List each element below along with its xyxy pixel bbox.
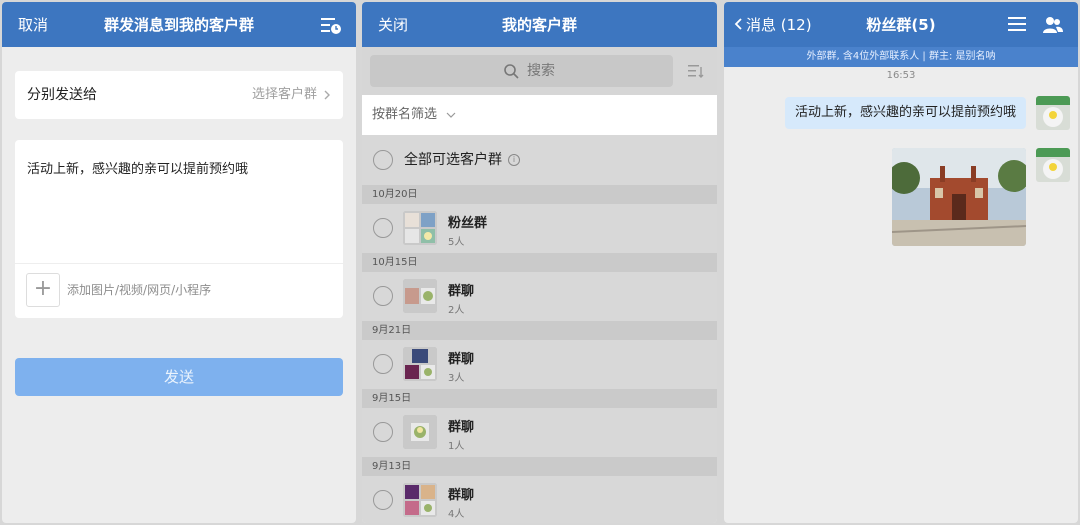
chevron-left-icon <box>734 18 742 30</box>
search-input[interactable]: 搜索 <box>370 55 673 87</box>
compose-panel: 取消 群发消息到我的客户群 分别发送给 选择客户群 活动上新，感兴趣的亲可以提前… <box>2 2 356 523</box>
close-button[interactable]: 关闭 <box>378 2 408 48</box>
recipient-selector[interactable]: 分别发送给 选择客户群 <box>15 71 343 119</box>
select-all-label: 全部可选客户群 <box>404 152 502 168</box>
group-radio[interactable] <box>373 218 393 238</box>
group-list: 全部可选客户群 i 10月20日 粉丝群 5人 10月15日 群聊 2人 9月2… <box>362 135 717 523</box>
group-row[interactable]: 群聊 1人 <box>362 408 717 457</box>
message-bubble[interactable]: 活动上新，感兴趣的亲可以提前预约哦 <box>784 97 1026 129</box>
group-row[interactable]: 群聊 3人 <box>362 340 717 389</box>
divider <box>15 263 343 264</box>
group-row[interactable]: 群聊 4人 <box>362 476 717 523</box>
group-avatar <box>403 483 437 517</box>
group-name: 群聊 <box>448 284 475 299</box>
member-count: 4人 <box>448 509 465 520</box>
chat-panel: 消息 (12) 粉丝群(5) 外部群, 含4位外部联系人 | 群主: 是别名呐 … <box>724 2 1078 523</box>
plus-icon: + <box>33 276 53 301</box>
page-title: 我的客户群 <box>501 16 577 34</box>
add-media-label[interactable]: 添加图片/视频/网页/小程序 <box>67 281 211 298</box>
search-bar: 搜索 <box>362 47 717 95</box>
date-header: 9月15日 <box>362 389 717 408</box>
recipient-label: 分别发送给 <box>27 87 97 103</box>
group-members-icon[interactable] <box>1042 15 1064 35</box>
back-label: 消息 (12) <box>746 16 812 34</box>
group-avatar <box>403 347 437 381</box>
group-radio[interactable] <box>373 422 393 442</box>
group-avatar <box>403 415 437 449</box>
group-row[interactable]: 粉丝群 5人 <box>362 204 717 253</box>
member-count: 1人 <box>448 441 465 452</box>
chevron-right-icon <box>324 90 330 100</box>
group-name: 群聊 <box>448 352 475 367</box>
chevron-down-icon <box>446 112 456 118</box>
menu-icon[interactable] <box>1008 16 1026 32</box>
image-message[interactable] <box>892 148 1026 246</box>
picker-navbar: 关闭 我的客户群 <box>362 2 717 47</box>
group-avatar <box>403 279 437 313</box>
member-count: 5人 <box>448 237 465 248</box>
cancel-button[interactable]: 取消 <box>18 2 48 48</box>
info-icon[interactable]: i <box>508 154 520 166</box>
group-name: 群聊 <box>448 488 475 503</box>
avatar[interactable] <box>1036 96 1070 130</box>
message-input[interactable]: 活动上新，感兴趣的亲可以提前预约哦 <box>27 158 248 177</box>
date-header: 10月20日 <box>362 185 717 204</box>
date-header: 10月15日 <box>362 253 717 272</box>
search-placeholder: 搜索 <box>527 63 555 79</box>
member-count: 2人 <box>448 305 465 316</box>
group-info-bar: 外部群, 含4位外部联系人 | 群主: 是别名呐 <box>724 47 1078 67</box>
group-radio[interactable] <box>373 286 393 306</box>
chat-navbar: 消息 (12) 粉丝群(5) <box>724 2 1078 47</box>
date-header: 9月21日 <box>362 321 717 340</box>
group-picker-panel: 关闭 我的客户群 搜索 按群名筛选 全部可选客户群 i 10月20日 粉丝群 5… <box>362 2 717 523</box>
recipient-placeholder: 选择客户群 <box>251 87 317 102</box>
compose-navbar: 取消 群发消息到我的客户群 <box>2 2 356 47</box>
message-timestamp: 16:53 <box>886 70 916 81</box>
back-button[interactable]: 消息 (12) <box>734 2 812 48</box>
list-clock-icon[interactable] <box>320 15 342 35</box>
message-card: 活动上新，感兴趣的亲可以提前预约哦 + 添加图片/视频/网页/小程序 <box>15 140 343 318</box>
select-all-radio[interactable] <box>373 150 393 170</box>
group-name-filter[interactable]: 按群名筛选 <box>362 95 717 135</box>
filter-label: 按群名筛选 <box>372 107 438 122</box>
date-header: 9月13日 <box>362 457 717 476</box>
add-media-button[interactable]: + <box>26 273 60 307</box>
select-all-row[interactable]: 全部可选客户群 i <box>362 135 717 185</box>
avatar[interactable] <box>1036 148 1070 182</box>
group-avatar <box>403 211 437 245</box>
page-title: 群发消息到我的客户群 <box>103 16 254 34</box>
send-button[interactable]: 发送 <box>15 358 343 396</box>
group-row[interactable]: 群聊 2人 <box>362 272 717 321</box>
search-icon <box>504 64 519 79</box>
group-radio[interactable] <box>373 354 393 374</box>
sort-icon[interactable] <box>687 62 705 80</box>
group-name: 粉丝群 <box>448 216 488 231</box>
member-count: 3人 <box>448 373 465 384</box>
group-name: 群聊 <box>448 420 475 435</box>
group-radio[interactable] <box>373 490 393 510</box>
